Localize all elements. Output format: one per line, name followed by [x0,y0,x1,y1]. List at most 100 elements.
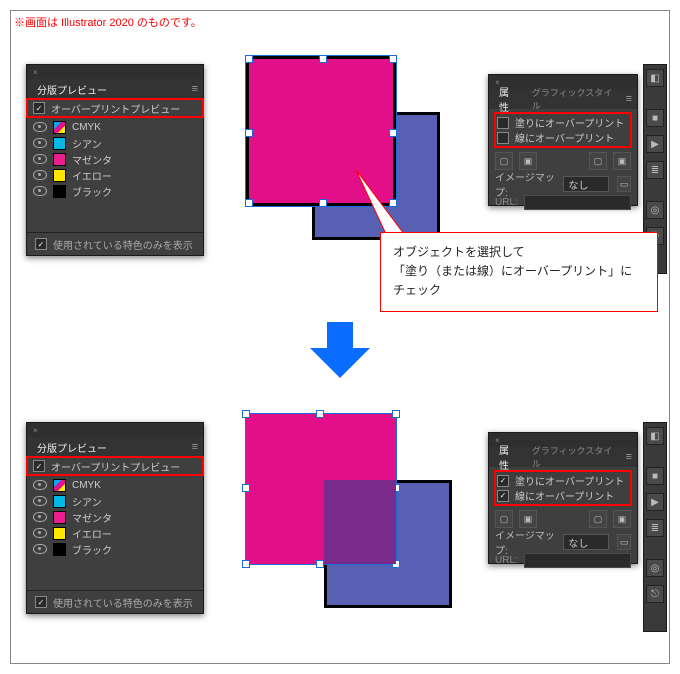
tab-graphic-styles[interactable]: グラフィックスタイル [528,442,620,472]
channel-row[interactable]: マゼンタ [27,509,203,525]
channel-row[interactable]: イエロー [27,167,203,183]
show-center-icon[interactable]: ▢ [589,510,607,528]
channel-name: イエロー [72,526,112,541]
artboard-bottom [240,412,450,642]
instruction-callout: オブジェクトを選択して 「塗り（または線）にオーバープリント」に チェック [380,232,658,312]
channel-row[interactable]: シアン [27,135,203,151]
dock-button[interactable]: ◧ [646,69,664,87]
url-field[interactable] [524,195,631,210]
eye-icon[interactable] [33,186,47,196]
panel-menu-icon[interactable]: ≡ [626,451,631,463]
show-center-icon[interactable]: ▢ [589,152,607,170]
dock-button[interactable]: ■ [646,109,664,127]
channel-row[interactable]: CMYK [27,477,203,493]
panel-menu-icon[interactable]: ≡ [192,441,197,453]
tab-attributes[interactable]: 属性 [495,82,522,116]
overprint-fill-toggle[interactable]: 塗りにオーバープリント [497,115,629,130]
selection-handle[interactable] [389,55,397,63]
overprint-stroke-toggle[interactable]: ✓線にオーバープリント [497,488,629,503]
channel-name: イエロー [72,168,112,183]
selection-handle[interactable] [242,484,250,492]
checkbox-icon [497,117,509,129]
swatch-icon [53,479,66,492]
tab-attributes[interactable]: 属性 [495,440,522,474]
eye-icon[interactable] [33,528,47,538]
channel-row[interactable]: CMYK [27,119,203,135]
overprint-preview-label: オーバープリントプレビュー [51,459,180,474]
url-field[interactable] [524,553,631,568]
image-map-select[interactable]: なし [563,176,609,192]
url-row: URL: [495,551,631,569]
show-used-spot-label: 使用されている特色のみを表示 [53,595,193,610]
channel-row[interactable]: ブラック [27,541,203,557]
tab-separations-preview[interactable]: 分版プレビュー [33,80,111,99]
browser-icon[interactable]: ▭ [617,534,631,550]
panel-drag-bar[interactable]: × [27,423,203,437]
panel-menu-icon[interactable]: ≡ [626,93,631,105]
selection-handle[interactable] [316,560,324,568]
selection-handle[interactable] [319,199,327,207]
channel-name: シアン [72,494,102,509]
rule-nonzero-icon[interactable]: ▢ [495,510,513,528]
close-icon[interactable]: × [33,68,38,77]
close-icon[interactable]: × [33,426,38,435]
rule-evenodd-icon[interactable]: ▣ [519,510,537,528]
image-map-select[interactable]: なし [563,534,609,550]
url-label: URL: [495,197,518,208]
eye-icon[interactable] [33,512,47,522]
hide-center-icon[interactable]: ▣ [613,152,631,170]
checkbox-icon: ✓ [35,596,47,608]
panel-drag-bar[interactable]: × [27,65,203,79]
dock-button[interactable]: ≣ [646,519,664,537]
eye-icon[interactable] [33,154,47,164]
overlap-region [324,480,396,564]
selection-handle[interactable] [389,129,397,137]
channel-name: シアン [72,136,102,151]
dock-button[interactable]: ◧ [646,427,664,445]
tab-graphic-styles[interactable]: グラフィックスタイル [528,84,620,114]
selection-handle[interactable] [319,55,327,63]
rule-evenodd-icon[interactable]: ▣ [519,152,537,170]
dock-button[interactable]: ▶ [646,135,664,153]
channel-row[interactable]: マゼンタ [27,151,203,167]
panel-menu-icon[interactable]: ≡ [192,83,197,95]
separations-preview-panel[interactable]: × 分版プレビュー ≡ ✓ オーバープリントプレビュー CMYK シアン マゼン… [26,64,204,256]
eye-icon[interactable] [33,496,47,506]
rule-nonzero-icon[interactable]: ▢ [495,152,513,170]
dock-button[interactable]: ≣ [646,161,664,179]
overprint-preview-toggle[interactable]: ✓ オーバープリントプレビュー [27,457,203,475]
dock-button[interactable]: ▶ [646,493,664,511]
attributes-panel[interactable]: × 属性 グラフィックスタイル ≡ ✓塗りにオーバープリント ✓線にオーバープリ… [488,432,638,564]
selection-handle[interactable] [316,410,324,418]
selection-handle[interactable] [245,199,253,207]
channel-name: CMYK [72,122,101,133]
separations-preview-panel[interactable]: × 分版プレビュー ≡ ✓ オーバープリントプレビュー CMYK シアン マゼン… [26,422,204,614]
show-used-spot-only[interactable]: ✓ 使用されている特色のみを表示 [27,232,203,255]
overprint-preview-toggle[interactable]: ✓ オーバープリントプレビュー [27,99,203,117]
eye-icon[interactable] [33,138,47,148]
show-used-spot-only[interactable]: ✓ 使用されている特色のみを表示 [27,590,203,613]
overprint-fill-toggle[interactable]: ✓塗りにオーバープリント [497,473,629,488]
browser-icon[interactable]: ▭ [617,176,631,192]
tab-separations-preview[interactable]: 分版プレビュー [33,438,111,457]
dock-button[interactable]: ◎ [646,559,664,577]
selection-handle[interactable] [245,129,253,137]
eye-icon[interactable] [33,544,47,554]
overprint-stroke-toggle[interactable]: 線にオーバープリント [497,130,629,145]
selection-handle[interactable] [392,410,400,418]
selection-handle[interactable] [245,55,253,63]
dock-button[interactable]: ⎋ [646,585,664,603]
selection-handle[interactable] [242,410,250,418]
eye-icon[interactable] [33,480,47,490]
hide-center-icon[interactable]: ▣ [613,510,631,528]
panel-tab-row: 属性 グラフィックスタイル ≡ [489,447,637,467]
channel-row[interactable]: シアン [27,493,203,509]
channel-row[interactable]: ブラック [27,183,203,199]
dock-button[interactable]: ■ [646,467,664,485]
eye-icon[interactable] [33,122,47,132]
selection-handle[interactable] [242,560,250,568]
eye-icon[interactable] [33,170,47,180]
attributes-panel[interactable]: × 属性 グラフィックスタイル ≡ 塗りにオーバープリント 線にオーバープリント… [488,74,638,206]
channel-row[interactable]: イエロー [27,525,203,541]
dock-button[interactable]: ◎ [646,201,664,219]
